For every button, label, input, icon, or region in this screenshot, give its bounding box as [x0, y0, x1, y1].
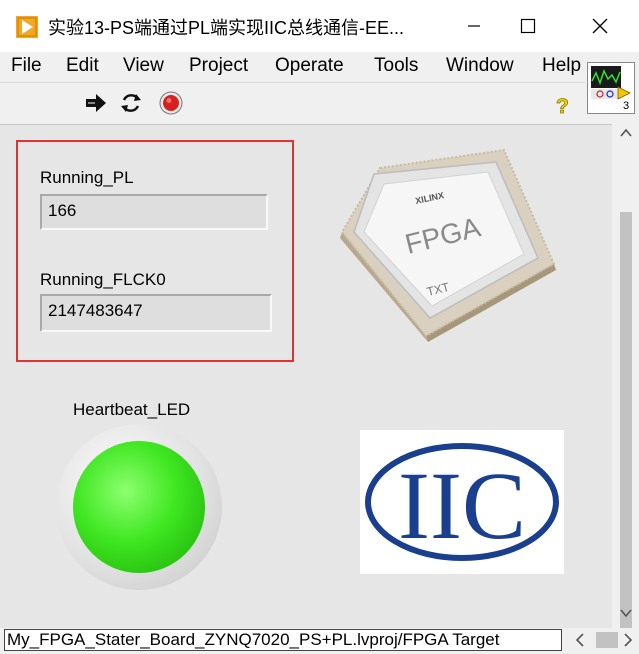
scroll-down-icon[interactable] — [620, 608, 632, 618]
project-path: My_FPGA_Stater_Board_ZYNQ7020_PS+PL.lvpr… — [4, 629, 562, 651]
minimize-icon — [468, 25, 480, 27]
iic-logo-text: IIC — [398, 452, 526, 559]
menu-tools[interactable]: Tools — [374, 55, 418, 77]
heartbeat-led-label: Heartbeat_LED — [73, 400, 191, 419]
vertical-scroll-thumb[interactable] — [620, 212, 632, 654]
title-bar: 实验13-PS端通过PL端实现IIC总线通信-EE... — [0, 0, 639, 52]
menu-window[interactable]: Window — [446, 55, 514, 77]
labview-app-icon — [16, 16, 38, 38]
menu-edit[interactable]: Edit — [66, 55, 99, 77]
menu-bar: File Edit View Project Operate Tools Win… — [0, 52, 586, 82]
menu-project[interactable]: Project — [189, 55, 248, 77]
iic-logo-image: IIC — [360, 430, 564, 574]
run-arrow-icon[interactable] — [84, 91, 108, 115]
scroll-right-icon[interactable] — [618, 630, 638, 650]
status-bar: My_FPGA_Stater_Board_ZYNQ7020_PS+PL.lvpr… — [0, 628, 639, 654]
fpga-chip-image: XILINX FPGA TXT — [340, 148, 556, 342]
labview-window: 实验13-PS端通过PL端实现IIC总线通信-EE... File Edit V… — [0, 0, 639, 654]
abort-stop-icon[interactable] — [159, 91, 183, 115]
menu-view[interactable]: View — [123, 55, 164, 77]
scroll-left-icon[interactable] — [570, 630, 590, 650]
vi-icon-graph: 3 — [591, 66, 631, 112]
vi-icon-pane[interactable]: 3 — [587, 62, 635, 114]
vertical-scrollbar[interactable] — [612, 124, 639, 654]
close-button[interactable] — [578, 8, 622, 44]
maximize-icon — [520, 18, 536, 34]
horizontal-scroll-thumb[interactable] — [596, 632, 618, 648]
running-flck0-label: Running_FLCK0 — [40, 270, 166, 289]
maximize-button[interactable] — [506, 8, 550, 44]
toolbar: ? — [0, 82, 586, 125]
running-pl-label: Running_PL — [40, 168, 134, 187]
running-pl-indicator[interactable]: 166 — [40, 194, 268, 230]
run-continuously-icon[interactable] — [119, 91, 143, 115]
running-flck0-indicator[interactable]: 2147483647 — [40, 294, 272, 332]
svg-text:?: ? — [556, 95, 569, 117]
menu-file[interactable]: File — [11, 55, 42, 77]
iic-logo: IIC — [365, 443, 559, 561]
menu-help[interactable]: Help — [542, 55, 581, 77]
menu-operate[interactable]: Operate — [275, 55, 344, 77]
close-icon — [592, 18, 608, 34]
context-help-icon[interactable]: ? — [552, 93, 574, 117]
scroll-up-icon[interactable] — [620, 128, 632, 138]
minimize-button[interactable] — [452, 8, 496, 44]
vi-icon-badge: 3 — [623, 100, 629, 112]
heartbeat-led[interactable] — [73, 441, 205, 573]
window-title: 实验13-PS端通过PL端实现IIC总线通信-EE... — [48, 18, 405, 38]
